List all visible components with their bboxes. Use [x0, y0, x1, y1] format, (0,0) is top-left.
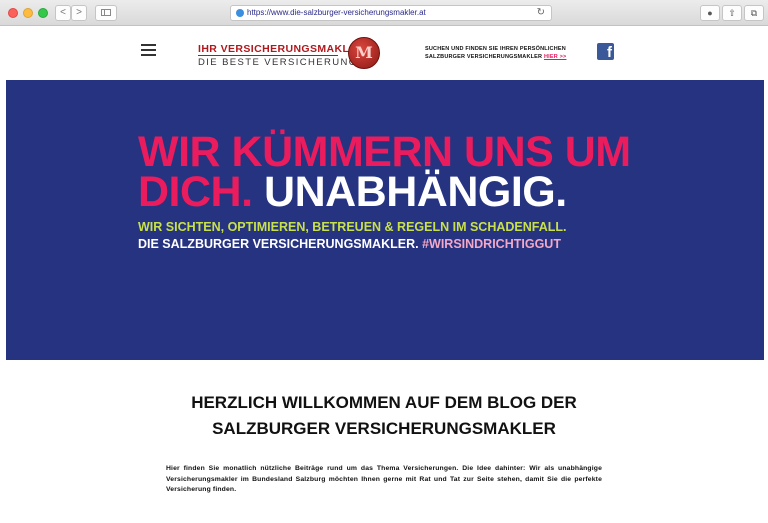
sidebar-icon	[101, 9, 111, 16]
zoom-window-button[interactable]	[38, 8, 48, 18]
logo-title: IHR VERSICHERUNGSMAKLER	[198, 43, 365, 55]
hero-headline-pink: DICH.	[138, 168, 253, 216]
hero-subline-text: DIE SALZBURGER VERSICHERUNGSMAKLER.	[138, 237, 419, 251]
menu-icon[interactable]	[141, 44, 156, 56]
download-button[interactable]: ●	[700, 5, 720, 21]
chevron-right-icon: >	[76, 7, 82, 18]
back-button[interactable]: <	[55, 5, 71, 21]
welcome-body-text: Hier finden Sie monatlich nützliche Beit…	[166, 465, 602, 493]
tagline-line2: SALZBURGER VERSICHERUNGSMAKLER	[425, 54, 543, 60]
site-header: IHR VERSICHERUNGSMAKLER DIE BESTE VERSIC…	[0, 27, 768, 80]
tagline-link[interactable]: HIER >>	[544, 54, 567, 60]
sidebar-toggle-button[interactable]	[95, 5, 117, 21]
facebook-icon[interactable]: f	[597, 43, 614, 61]
minimize-window-button[interactable]	[23, 8, 33, 18]
address-bar[interactable]: https://www.die-salzburger-versicherungs…	[230, 5, 552, 21]
browser-toolbar: < > https://www.die-salzburger-versicher…	[0, 0, 768, 26]
tagline-line1: SUCHEN UND FINDEN SIE IHREN PERSÖNLICHEN	[425, 46, 566, 52]
header-tagline: SUCHEN UND FINDEN SIE IHREN PERSÖNLICHEN…	[425, 45, 566, 61]
logo-seal-icon: M	[348, 37, 380, 69]
hero-headline-line2: DICH. UNABHÄNGIG.	[138, 170, 567, 214]
logo-subtitle: DIE BESTE VERSICHERUNG	[198, 57, 358, 68]
globe-icon	[236, 9, 244, 17]
reload-icon[interactable]: ↻	[537, 7, 545, 19]
url-text[interactable]: https://www.die-salzburger-versicherungs…	[247, 8, 426, 18]
tabs-button[interactable]: ⧉	[744, 5, 764, 21]
hero-banner: WIR KÜMMERN UNS UM DICH. UNABHÄNGIG. WIR…	[6, 80, 764, 360]
logo-divider	[198, 55, 338, 56]
hero-hashtag: #WIRSINDRICHTIGGUT	[422, 237, 561, 251]
tabs-icon: ⧉	[750, 8, 758, 18]
share-button[interactable]: ⇧	[722, 5, 742, 21]
forward-button[interactable]: >	[71, 5, 87, 21]
site-logo[interactable]: IHR VERSICHERUNGSMAKLER DIE BESTE VERSIC…	[198, 37, 383, 71]
download-icon: ●	[707, 8, 713, 18]
welcome-title-line2: SALZBURGER VERSICHERUNGSMAKLER	[212, 419, 556, 438]
hero-subline-2: DIE SALZBURGER VERSICHERUNGSMAKLER. #WIR…	[138, 237, 561, 251]
hero-subline-1: WIR SICHTEN, OPTIMIEREN, BETREUEN & REGE…	[138, 220, 567, 234]
welcome-title-line1: HERZLICH WILLKOMMEN AUF DEM BLOG DER	[191, 393, 577, 412]
close-window-button[interactable]	[8, 8, 18, 18]
chevron-left-icon: <	[60, 7, 66, 18]
share-icon: ⇧	[728, 8, 736, 18]
hero-headline-white: UNABHÄNGIG.	[264, 168, 567, 216]
welcome-title: HERZLICH WILLKOMMEN AUF DEM BLOG DER SAL…	[0, 390, 768, 442]
